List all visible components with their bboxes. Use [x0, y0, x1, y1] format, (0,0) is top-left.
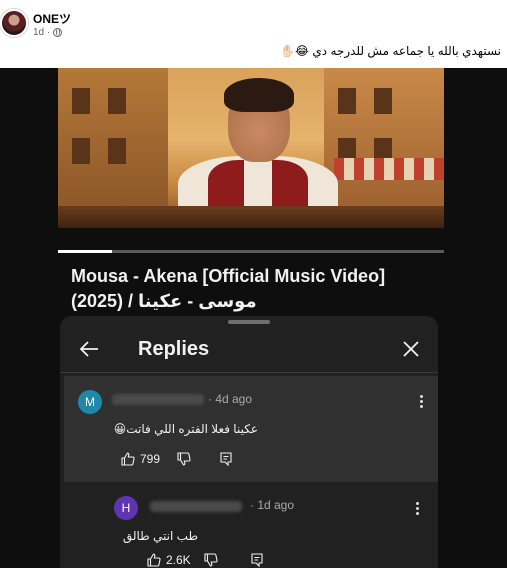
comment-text: عكينا فعلا الفتره اللي فاتت😀: [113, 422, 258, 436]
like-count: 799: [140, 452, 161, 466]
close-icon[interactable]: [402, 340, 420, 358]
post-image[interactable]: Mousa - Akena [Official Music Video] موس…: [0, 68, 507, 568]
replies-panel: Replies M · 4d ago عكينا فعلا الفتره الل…: [60, 316, 438, 568]
author-name[interactable]: ONEツ: [33, 10, 71, 27]
video-thumbnail[interactable]: [58, 68, 444, 228]
post-time[interactable]: 1d ·: [33, 27, 50, 38]
more-vertical-icon[interactable]: [420, 395, 424, 409]
comment-actions: 2.6K: [146, 552, 265, 568]
thumbnail-building-right: [324, 68, 444, 218]
post-caption: نستهدي بالله يا جماعه مش للدرجه دي 😂✋🏻: [280, 44, 501, 58]
back-arrow-icon[interactable]: [78, 338, 100, 360]
comment-actions: 799: [120, 451, 234, 467]
header-divider: [60, 372, 438, 373]
comment-text: طب انتي طالق: [122, 529, 198, 543]
thumbs-up-icon[interactable]: [120, 451, 136, 467]
author-avatar[interactable]: [0, 9, 28, 37]
reply-icon[interactable]: [218, 451, 234, 467]
post-header: ONEツ 1d ·: [0, 0, 507, 44]
replies-title: Replies: [138, 338, 210, 360]
video-title-line1: Mousa - Akena [Official Music Video]: [71, 266, 386, 286]
comment-time: · 1d ago: [250, 498, 295, 512]
thumbnail-building-left: [58, 68, 168, 218]
video-progress-fill: [58, 250, 113, 253]
thumbs-up-icon[interactable]: [146, 552, 162, 568]
more-vertical-icon[interactable]: [416, 502, 420, 516]
thumbnail-table: [58, 206, 444, 228]
thumbs-down-icon[interactable]: [203, 552, 219, 568]
commenter-name-blurred[interactable]: [112, 394, 204, 405]
drag-handle[interactable]: [228, 320, 270, 324]
video-progress-bar[interactable]: [58, 250, 444, 253]
reply-icon[interactable]: [249, 552, 265, 568]
comment-time: · 4d ago: [208, 392, 253, 406]
like-count: 2.6K: [166, 553, 191, 567]
commenter-avatar[interactable]: M: [78, 390, 102, 414]
commenter-avatar[interactable]: H: [114, 496, 138, 520]
thumbnail-awning: [334, 158, 444, 180]
thumbs-down-icon[interactable]: [176, 451, 192, 467]
globe-icon: [53, 28, 63, 37]
comment-item: M · 4d ago عكينا فعلا الفتره اللي فاتت😀 …: [64, 376, 438, 482]
video-title: Mousa - Akena [Official Music Video] موس…: [71, 264, 441, 314]
post-meta: 1d ·: [33, 27, 63, 38]
thumbnail-person-hair: [224, 78, 294, 112]
video-title-line2: موسى - عكينا / (2025): [71, 291, 257, 311]
commenter-name-blurred[interactable]: [150, 501, 242, 512]
